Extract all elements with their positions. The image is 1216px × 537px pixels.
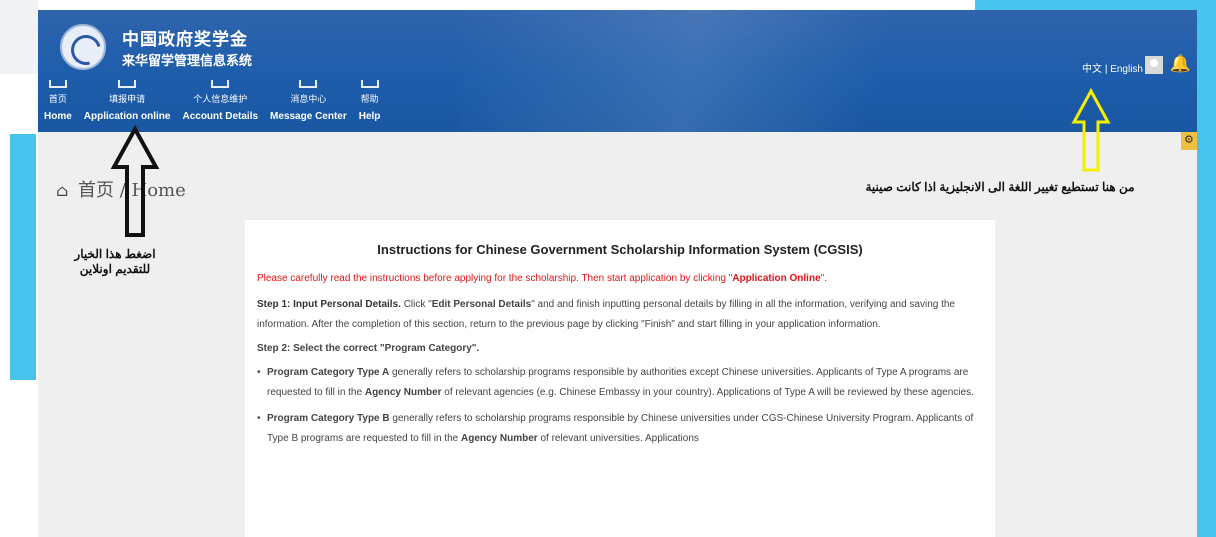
message-icon xyxy=(299,80,318,88)
bell-icon[interactable]: 🔔 xyxy=(1170,54,1191,74)
notice-text: Please carefully read the instructions b… xyxy=(257,269,983,289)
language-switch[interactable]: 中文 | English xyxy=(1082,60,1143,75)
nav-message-en: Message Center xyxy=(270,111,347,122)
program-category-list: Program Category Type A generally refers… xyxy=(257,363,983,449)
type-a-title: Program Category Type A xyxy=(267,367,390,378)
cgs-logo-icon xyxy=(60,24,106,70)
home-icon: ⌂ xyxy=(56,181,69,200)
frame-corner xyxy=(0,0,38,74)
instructions-panel: Instructions for Chinese Government Scho… xyxy=(245,220,995,537)
nav-home[interactable]: 首页 Home xyxy=(38,80,78,132)
site-title: 中国政府奖学金 xyxy=(122,30,248,49)
instructions-title: Instructions for Chinese Government Scho… xyxy=(377,242,863,257)
language-hint-note: من هنا تستطيع تغيير اللغة الى الانجليزية… xyxy=(865,180,1135,194)
nav-application-cn: 填报申请 xyxy=(109,94,146,104)
black-arrow-up-icon xyxy=(110,125,160,237)
screenshot-area: 中国政府奖学金 来华留学管理信息系统 首页 Home 填报申请 Applicat… xyxy=(38,10,1197,537)
nav-help-cn: 帮助 xyxy=(360,94,379,104)
gear-icon: ⚙ xyxy=(1184,134,1194,146)
pencil-icon xyxy=(211,80,230,88)
step1-text: Step 1: Input Personal Details. Click "E… xyxy=(257,295,983,335)
site-subtitle: 来华留学管理信息系统 xyxy=(122,53,253,68)
step1-pre: Click " xyxy=(400,299,432,310)
nav-help[interactable]: 帮助 Help xyxy=(353,80,387,132)
step2-title: Step 2: Select the correct "Program Cate… xyxy=(257,343,480,354)
breadcrumb-cn: 首页 xyxy=(77,180,114,201)
notice-suffix: ". xyxy=(820,273,827,284)
grid-icon xyxy=(48,80,67,88)
main-nav: 首页 Home 填报申请 Application online 个人信息维护 A… xyxy=(38,80,386,132)
yellow-arrow-up-icon xyxy=(1071,88,1111,172)
settings-tab[interactable]: ⚙ xyxy=(1181,132,1197,150)
nav-home-en: Home xyxy=(44,111,72,122)
help-icon xyxy=(360,80,379,88)
nav-account-en: Account Details xyxy=(182,111,259,122)
type-b-body2: of relevant universities. Applications xyxy=(537,433,699,444)
nav-account-details[interactable]: 个人信息维护 Account Details xyxy=(176,80,264,132)
type-a-agency: Agency Number xyxy=(364,387,442,398)
type-b-agency: Agency Number xyxy=(461,433,538,444)
user-icon[interactable] xyxy=(1145,56,1163,74)
nav-help-en: Help xyxy=(358,111,381,122)
top-header: 中国政府奖学金 来华留学管理信息系统 首页 Home 填报申请 Applicat… xyxy=(38,10,1197,132)
application-icon xyxy=(118,80,137,88)
type-a-body2: of relevant agencies (e.g. Chinese Embas… xyxy=(441,387,974,398)
step1-edit-personal-details: Edit Personal Details xyxy=(431,299,532,310)
nav-message-center[interactable]: 消息中心 Message Center xyxy=(264,80,353,132)
type-b-title: Program Category Type B xyxy=(267,413,390,424)
header-shine xyxy=(458,10,978,132)
nav-home-cn: 首页 xyxy=(48,94,67,104)
apply-hint-note: اضغط هذا الخيار للتقديم اونلاين xyxy=(74,247,156,276)
nav-message-cn: 消息中心 xyxy=(290,94,327,104)
list-item: Program Category Type A generally refers… xyxy=(257,363,983,403)
notice-application-online: Application Online xyxy=(732,273,821,284)
frame-left-bar xyxy=(10,134,36,380)
frame-right-bar xyxy=(1197,0,1216,537)
nav-account-cn: 个人信息维护 xyxy=(193,94,248,104)
list-item: Program Category Type B generally refers… xyxy=(257,409,983,449)
nav-application-en: Application online xyxy=(83,111,171,122)
step1-title: Step 1: Input Personal Details. xyxy=(257,299,401,310)
notice-prefix: Please carefully read the instructions b… xyxy=(257,273,733,284)
